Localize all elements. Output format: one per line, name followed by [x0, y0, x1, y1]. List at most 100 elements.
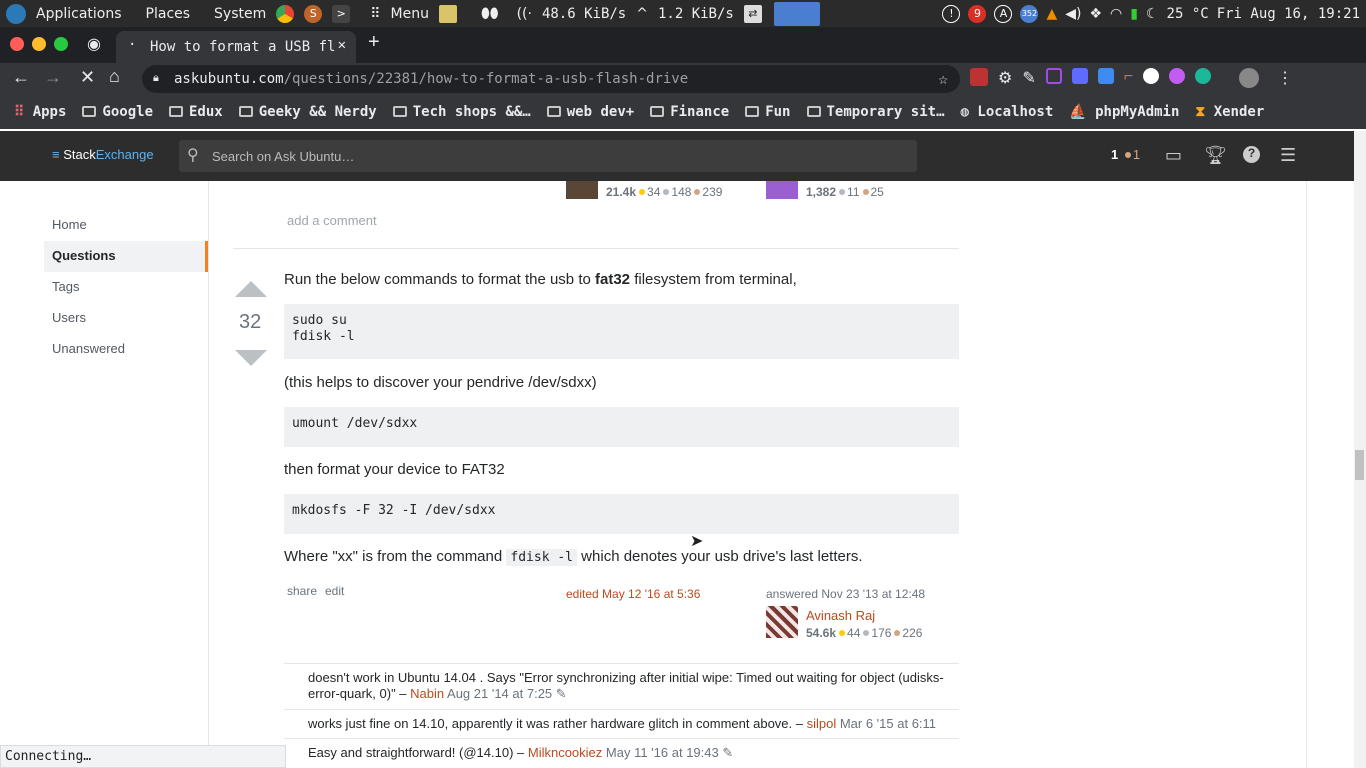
distro-logo-icon[interactable]	[6, 3, 26, 24]
badge-9[interactable]: 9	[968, 4, 987, 23]
terminal-launcher-icon[interactable]: >	[332, 4, 351, 23]
badge-a[interactable]: A	[994, 4, 1013, 23]
chrome-launcher-icon[interactable]	[276, 4, 295, 23]
battery-icon[interactable]: ▮	[1130, 6, 1138, 22]
profile-avatar[interactable]	[1239, 68, 1260, 88]
gold-badge-icon	[639, 189, 646, 195]
tab-search-icon[interactable]: ◉	[87, 34, 101, 54]
comment-date[interactable]: May 11 '16 at 19:43	[606, 745, 719, 760]
address-bar[interactable]: 🔒︎ askubuntu.com/questions/22381/how-to-…	[142, 65, 960, 93]
browser-menu-icon[interactable]: ⋮	[1277, 68, 1293, 88]
user-avatar[interactable]	[566, 181, 598, 199]
edited-timestamp[interactable]: edited May 12 '16 at 5:36	[566, 587, 700, 601]
author-name[interactable]: Avinash Raj	[806, 608, 875, 623]
extension-icon-orange[interactable]: ⌐	[1124, 68, 1133, 88]
extension-icon-purple[interactable]	[1045, 68, 1062, 84]
code-block-1: sudo su fdisk -l	[284, 304, 959, 359]
s-launcher-icon[interactable]: S	[304, 4, 323, 23]
bookmark-phpmyadmin[interactable]: ⛵ phpMyAdmin	[1069, 104, 1179, 120]
clock[interactable]: Fri Aug 16, 19:21	[1217, 6, 1360, 22]
forward-button[interactable]: →	[44, 67, 62, 88]
menu-menu[interactable]: Menu	[391, 6, 429, 22]
bookmark-geeky[interactable]: Geeky && Nerdy	[238, 104, 377, 120]
broom-extension-icon[interactable]: ✎	[1022, 68, 1035, 88]
stop-button[interactable]: ✕	[80, 67, 95, 88]
nav-tags[interactable]: Tags	[44, 272, 208, 303]
extension-icon-1[interactable]	[970, 68, 988, 86]
extension-icon-grid[interactable]	[1071, 68, 1088, 84]
comment-user[interactable]: silpol	[807, 716, 837, 731]
home-button[interactable]: ⌂	[109, 66, 120, 87]
bookmark-google[interactable]: Google	[82, 104, 153, 120]
tab-close-icon[interactable]: ✕	[338, 37, 346, 53]
bookmark-xender[interactable]: ⧗ Xender	[1195, 104, 1264, 120]
mouse-cursor-icon: ➤	[690, 533, 704, 550]
reputation-area[interactable]: 1 1	[1111, 147, 1140, 162]
bookmark-tech-shops[interactable]: Tech shops &&…	[392, 104, 531, 120]
new-tab-button[interactable]: +	[368, 31, 380, 54]
chrome-taskbar-button[interactable]	[773, 1, 820, 26]
share-link[interactable]: share	[287, 584, 317, 598]
bookmark-fun[interactable]: Fun	[745, 104, 791, 120]
code-block-3: mkdosfs -F 32 -I /dev/sdxx	[284, 494, 959, 534]
site-switcher-icon[interactable]: ☰	[1280, 145, 1296, 166]
help-icon[interactable]: ?	[1243, 146, 1260, 163]
vote-count: 32	[239, 311, 262, 333]
extension-icon-m[interactable]	[1195, 68, 1212, 84]
left-nav: Home Questions Tags Users Unanswered	[44, 210, 208, 365]
os-top-panel: Applications Places System S > ⠿ Menu ⬮⬮…	[0, 0, 1366, 27]
bookmark-edux[interactable]: Edux	[169, 104, 223, 120]
info-icon[interactable]: !	[942, 4, 961, 23]
comment-date[interactable]: Mar 6 '15 at 6:11	[840, 716, 936, 731]
minimize-window-button[interactable]	[32, 37, 46, 51]
bookmark-star-icon[interactable]: ☆	[938, 69, 948, 88]
back-button[interactable]: ←	[12, 67, 30, 88]
gear-extension-icon[interactable]: ⚙	[998, 68, 1012, 88]
screenshot-icon[interactable]: ⇄	[743, 4, 762, 23]
bookmark-temporary[interactable]: Temporary sit…	[806, 104, 945, 120]
bookmark-finance[interactable]: Finance	[650, 104, 729, 120]
site-search-input[interactable]: ⚲ Search on Ask Ubuntu…	[179, 140, 917, 172]
scrollbar-thumb[interactable]	[1355, 450, 1364, 480]
edit-link[interactable]: edit	[325, 584, 344, 598]
close-window-button[interactable]	[10, 37, 24, 51]
url-domain: askubuntu.com	[174, 71, 284, 87]
maximize-window-button[interactable]	[54, 37, 68, 51]
nav-unanswered[interactable]: Unanswered	[44, 334, 208, 365]
author-avatar[interactable]	[766, 606, 798, 638]
badge-352[interactable]: 352	[1020, 4, 1039, 23]
nav-questions[interactable]: Questions	[44, 241, 208, 272]
upvote-button[interactable]	[235, 281, 267, 297]
inbox-icon[interactable]: ▭	[1165, 145, 1182, 166]
menu-places[interactable]: Places	[146, 6, 191, 22]
nav-home[interactable]: Home	[44, 210, 208, 241]
folder-launcher-icon[interactable]	[438, 4, 457, 23]
vlc-icon[interactable]: ▲	[1046, 6, 1057, 22]
user-avatar[interactable]	[766, 181, 798, 199]
comment-user[interactable]: Nabin	[410, 686, 444, 701]
bookmark-web-dev[interactable]: web dev+	[546, 104, 634, 120]
silver-badge-icon	[839, 189, 846, 195]
wifi-icon[interactable]: ◠	[1110, 6, 1122, 22]
stackexchange-logo[interactable]: ≡ StackExchange	[52, 147, 154, 162]
volume-icon[interactable]: ◀)	[1065, 6, 1081, 22]
downvote-button[interactable]	[235, 350, 267, 366]
nav-users[interactable]: Users	[44, 303, 208, 334]
comment: doesn't work in Ubuntu 14.04 . Says "Err…	[284, 663, 959, 708]
grid-menu-icon[interactable]: ⠿	[370, 6, 380, 22]
tab-active[interactable]: · How to format a USB fl ✕	[116, 31, 356, 63]
extension-icon-play[interactable]	[1143, 68, 1160, 84]
extension-icon-check[interactable]	[1097, 68, 1114, 84]
add-comment-link[interactable]: add a comment	[287, 213, 377, 228]
bookmark-apps[interactable]: ⠿ Apps	[14, 104, 66, 120]
achievements-icon[interactable]: 🏆︎	[1204, 145, 1227, 166]
extension-icon-pink[interactable]	[1169, 68, 1186, 84]
eyes-icon: ⬮⬮	[480, 5, 499, 22]
menu-system[interactable]: System	[214, 6, 266, 22]
comment-user[interactable]: Milkncookiez	[528, 745, 602, 760]
bookmark-localhost[interactable]: ◍ Localhost	[961, 104, 1054, 120]
comment-date[interactable]: Aug 21 '14 at 7:25	[447, 686, 552, 701]
dropbox-icon[interactable]: ❖	[1089, 6, 1102, 22]
menu-applications[interactable]: Applications	[36, 6, 122, 22]
gold-badge-icon	[839, 630, 846, 636]
